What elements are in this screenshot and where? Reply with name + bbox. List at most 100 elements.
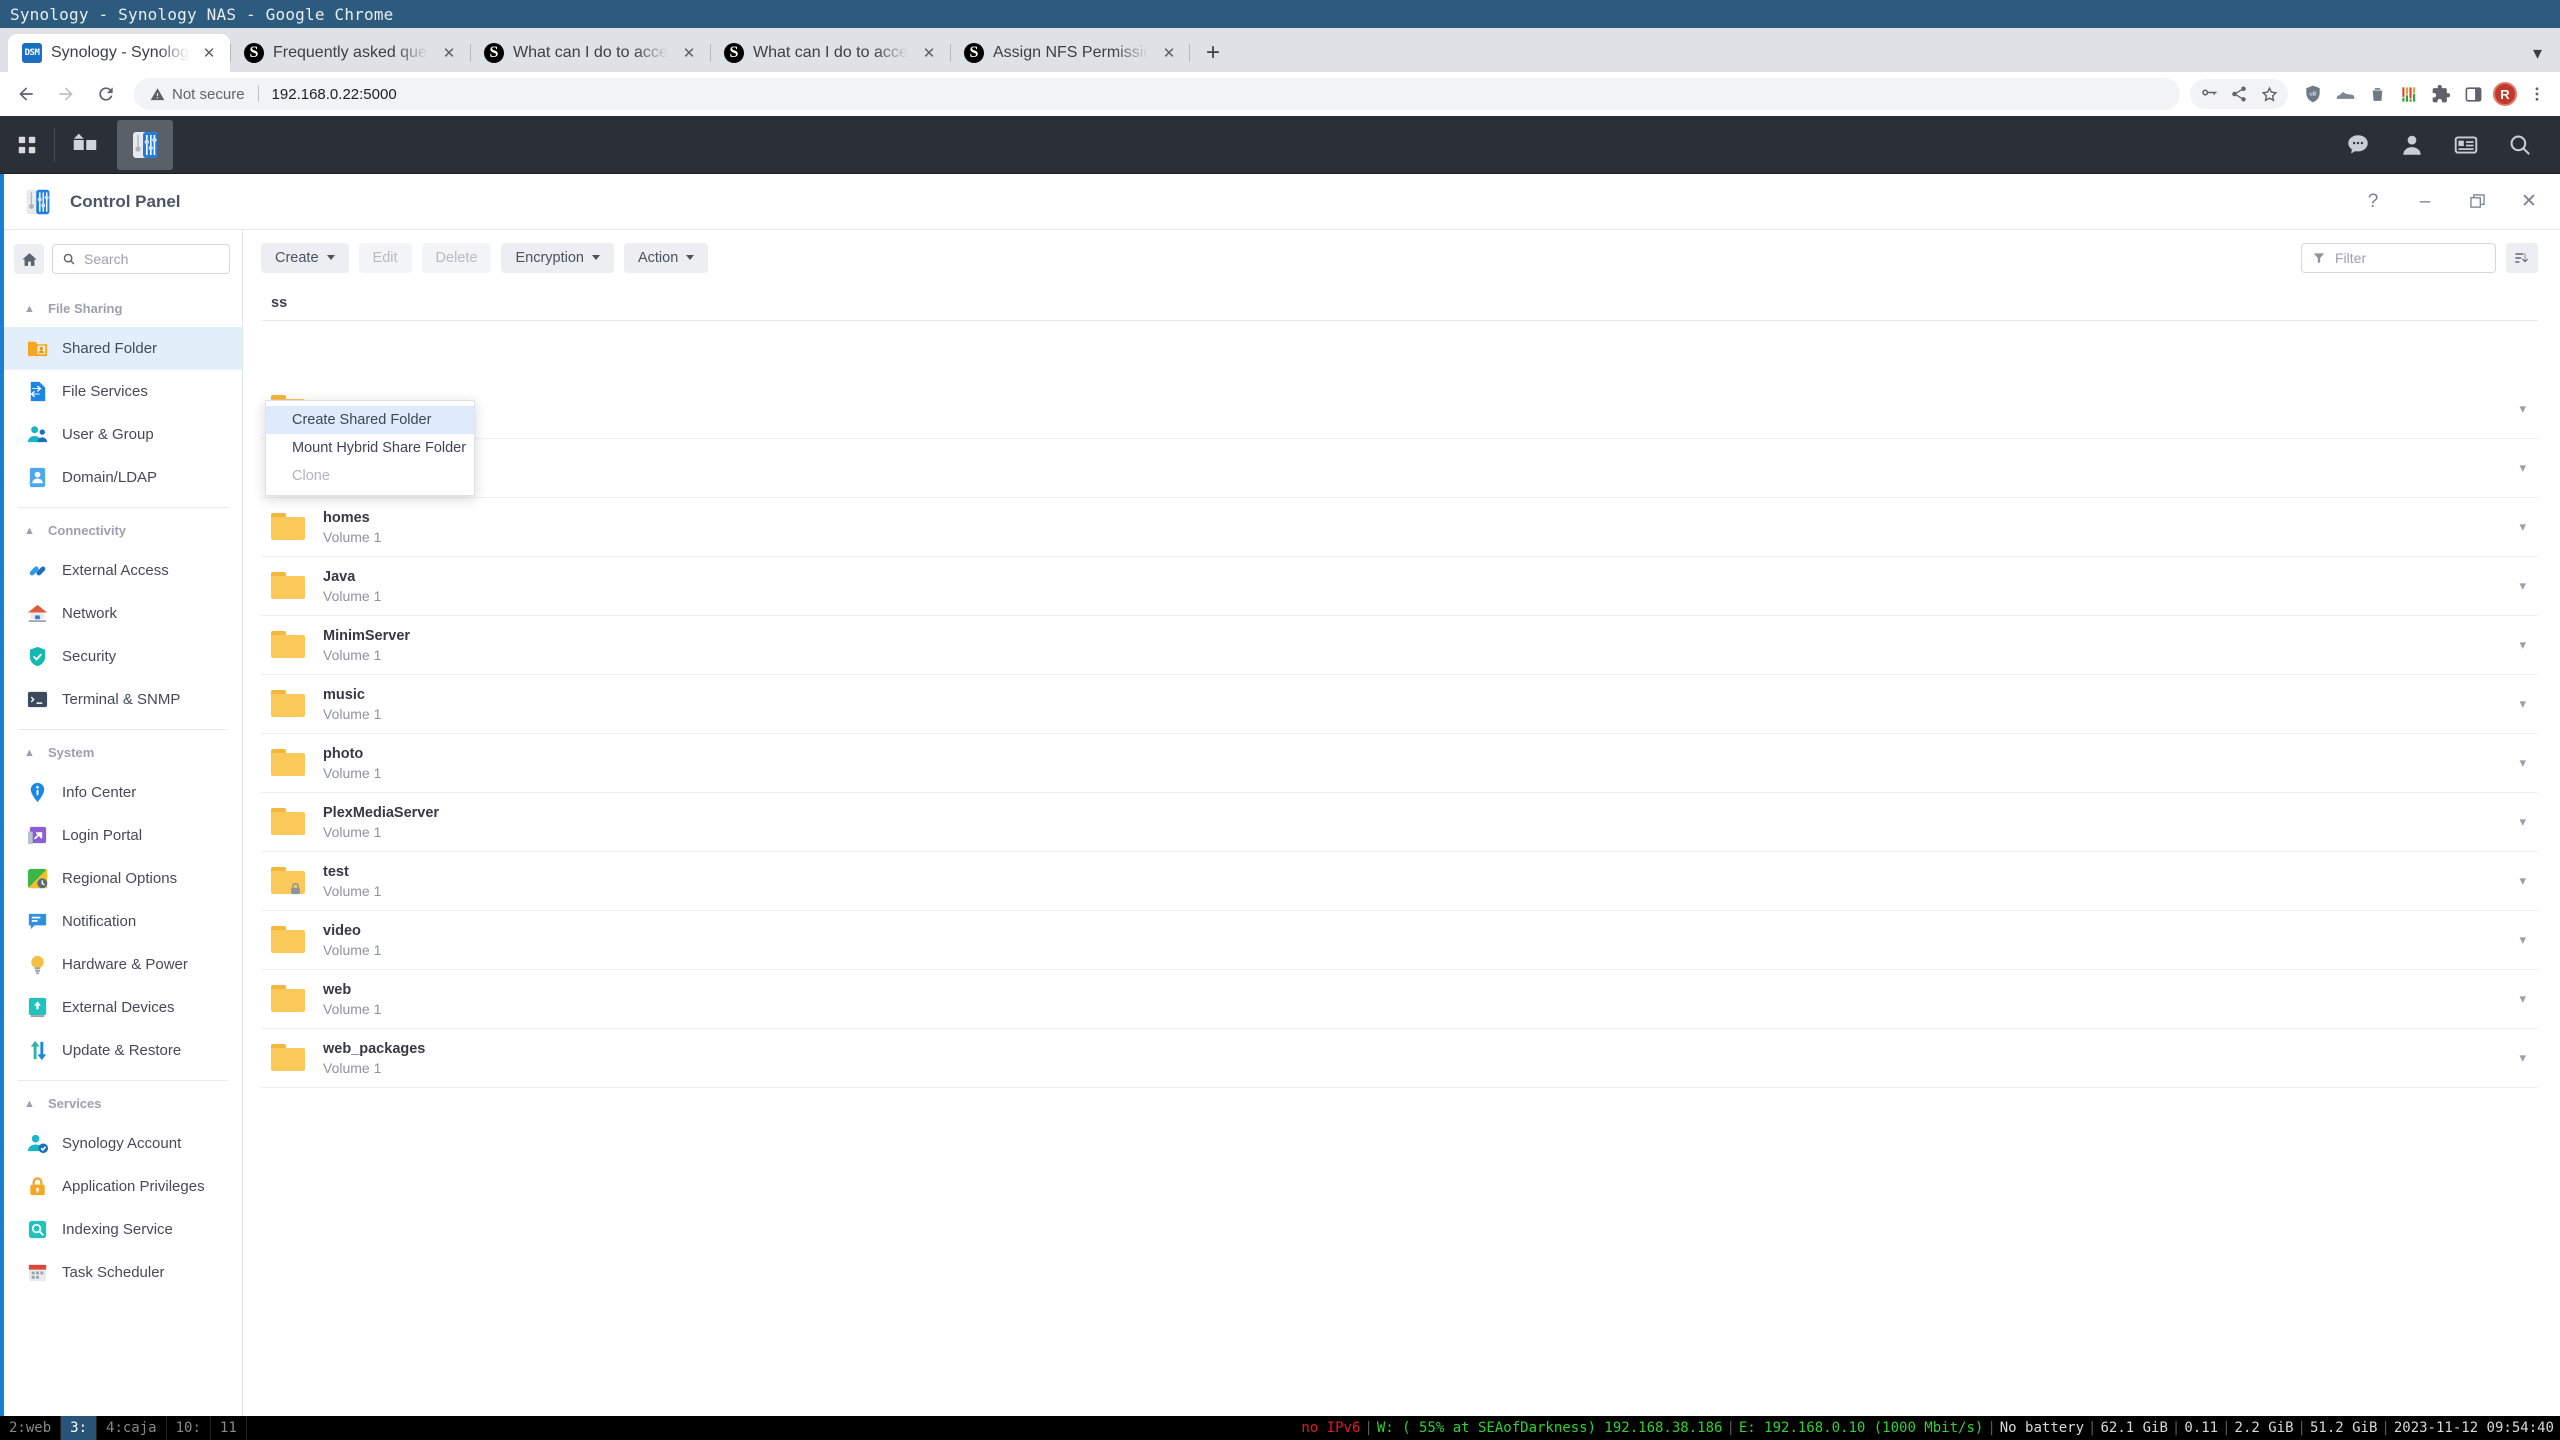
sidebar-group-header[interactable]: ▲ System [4, 734, 242, 771]
chevron-down-icon[interactable]: ▾ [2519, 932, 2526, 948]
action-button[interactable]: Action [623, 242, 709, 273]
sidebar-item-regional-options[interactable]: Regional Options [4, 857, 242, 900]
workspace-button-3[interactable]: 3: [61, 1416, 98, 1440]
chevron-down-icon[interactable]: ▾ [2519, 578, 2526, 594]
encryption-button[interactable]: Encryption [501, 242, 614, 273]
workspace-button-11[interactable]: 11 [211, 1416, 247, 1440]
shoe-extension-icon[interactable] [2330, 79, 2360, 109]
chevron-down-icon[interactable]: ▾ [2519, 755, 2526, 771]
menu-item-clone[interactable]: Clone [266, 462, 474, 490]
browser-tab-1[interactable]: S Frequently asked questions a ✕ [230, 34, 470, 72]
sidebar-item-hardware-power[interactable]: Hardware & Power [4, 943, 242, 986]
chevron-down-icon[interactable]: ▾ [2519, 814, 2526, 830]
share-icon[interactable] [2224, 79, 2254, 109]
table-row[interactable]: Java Volume 1 ▾ [261, 557, 2538, 616]
table-row[interactable]: MinimServer Volume 1 ▾ [261, 616, 2538, 675]
chevron-down-icon[interactable]: ▾ [2519, 401, 2526, 417]
sidebar-item-terminal-snmp[interactable]: Terminal & SNMP [4, 678, 242, 721]
home-icon[interactable] [14, 244, 44, 274]
sidebar-item-external-access[interactable]: External Access [4, 549, 242, 592]
sidebar-item-info-center[interactable]: Info Center [4, 771, 242, 814]
table-row[interactable]: web Volume 1 ▾ [261, 970, 2538, 1029]
close-icon[interactable]: ✕ [678, 42, 700, 64]
sidebar-group-header[interactable]: ▲ File Sharing [4, 290, 242, 327]
table-row[interactable]: web_packages Volume 1 ▾ [261, 1029, 2538, 1088]
search-input[interactable]: Search [52, 244, 230, 274]
workspace-button-10[interactable]: 10: [167, 1416, 211, 1440]
not-secure-indicator[interactable]: Not secure [150, 86, 245, 103]
sort-icon[interactable] [2506, 242, 2538, 273]
sidebar-item-external-devices[interactable]: External Devices [4, 986, 242, 1029]
sidebar-item-network[interactable]: Network [4, 592, 242, 635]
table-row[interactable]: PlexMediaServer Volume 1 ▾ [261, 793, 2538, 852]
chevron-down-icon[interactable]: ▾ [2519, 637, 2526, 653]
sidebar-item-security[interactable]: Security [4, 635, 242, 678]
chrome-menu-button[interactable] [2522, 79, 2552, 109]
new-tab-button[interactable]: + [1189, 36, 1230, 70]
sidebar-item-task-scheduler[interactable]: Task Scheduler [4, 1251, 242, 1294]
table-row[interactable]: test Volume 1 ▾ [261, 852, 2538, 911]
chevron-down-icon[interactable]: ▾ [2523, 43, 2552, 64]
chevron-down-icon[interactable]: ▾ [2519, 696, 2526, 712]
equalizer-extension-icon[interactable] [2394, 79, 2424, 109]
taskbar-app-package-center[interactable] [57, 120, 113, 170]
search-icon[interactable] [2496, 116, 2544, 174]
forward-button[interactable] [48, 76, 84, 112]
chevron-down-icon[interactable]: ▾ [2519, 1050, 2526, 1066]
table-row[interactable]: music Volume 1 ▾ [261, 675, 2538, 734]
browser-tab-4[interactable]: S Assign NFS Permissions | DS ✕ [950, 34, 1190, 72]
close-icon[interactable]: ✕ [918, 42, 940, 64]
delete-button[interactable]: Delete [421, 242, 492, 273]
sidebar-item-login-portal[interactable]: Login Portal [4, 814, 242, 857]
taskbar-app-control-panel[interactable] [117, 120, 173, 170]
side-panel-icon[interactable] [2458, 79, 2488, 109]
sidebar-item-application-privileges[interactable]: Application Privileges [4, 1165, 242, 1208]
create-button[interactable]: Create [261, 242, 349, 273]
close-icon[interactable]: ✕ [198, 42, 220, 64]
workspace-button-2[interactable]: 2:web [0, 1416, 62, 1440]
sidebar-item-notification[interactable]: Notification [4, 900, 242, 943]
close-icon[interactable]: ✕ [1158, 42, 1180, 64]
sidebar-item-synology-account[interactable]: Synology Account [4, 1122, 242, 1165]
sidebar-item-shared-folder[interactable]: Shared Folder [4, 327, 242, 370]
chat-icon[interactable] [2334, 116, 2382, 174]
sidebar-item-indexing-service[interactable]: Indexing Service [4, 1208, 242, 1251]
chevron-down-icon[interactable]: ▾ [2519, 991, 2526, 1007]
table-row[interactable]: homes Volume 1 ▾ [261, 498, 2538, 557]
extensions-puzzle-icon[interactable] [2426, 79, 2456, 109]
table-row[interactable]: video Volume 1 ▾ [261, 911, 2538, 970]
table-row[interactable]: Volume 1 ▾ [261, 380, 2538, 439]
notifications-icon[interactable] [2442, 116, 2490, 174]
maximize-button[interactable] [2464, 189, 2490, 215]
sidebar-item-update-restore[interactable]: Update & Restore [4, 1029, 242, 1072]
browser-tab-0[interactable]: DSM Synology - Synology NAS ✕ [8, 34, 230, 72]
menu-item-create-shared-folder[interactable]: Create Shared Folder [266, 406, 474, 434]
close-button[interactable]: ✕ [2516, 189, 2542, 215]
table-row[interactable]: photo Volume 1 ▾ [261, 734, 2538, 793]
chevron-down-icon[interactable]: ▾ [2519, 460, 2526, 476]
close-icon[interactable]: ✕ [438, 42, 460, 64]
chevron-down-icon[interactable]: ▾ [2519, 873, 2526, 889]
browser-tab-3[interactable]: S What can I do to access mou ✕ [710, 34, 950, 72]
profile-avatar[interactable]: R [2490, 79, 2520, 109]
ublock-extension-icon[interactable]: uB [2298, 79, 2328, 109]
menu-item-mount-hybrid-share-folder[interactable]: Mount Hybrid Share Folder [266, 434, 474, 462]
address-bar[interactable]: Not secure 192.168.0.22:5000 [134, 78, 2180, 110]
user-icon[interactable] [2388, 116, 2436, 174]
edit-button[interactable]: Edit [358, 242, 412, 273]
minimize-button[interactable]: ‒ [2412, 189, 2438, 215]
password-key-icon[interactable] [2194, 79, 2224, 109]
sidebar-item-user-group[interactable]: User & Group [4, 413, 242, 456]
browser-tab-2[interactable]: S What can I do to access mou ✕ [470, 34, 710, 72]
filter-input[interactable]: Filter [2301, 242, 2496, 273]
sidebar-item-domain-ldap[interactable]: Domain/LDAP [4, 456, 242, 499]
workspace-button-4[interactable]: 4:caja [97, 1416, 167, 1440]
main-menu-button[interactable] [0, 116, 54, 174]
help-button[interactable]: ? [2360, 189, 2386, 215]
chevron-down-icon[interactable]: ▾ [2519, 519, 2526, 535]
table-row[interactable]: dockerVolume 1 ▾ [261, 439, 2538, 498]
sidebar-item-file-services[interactable]: File Services [4, 370, 242, 413]
trash-extension-icon[interactable] [2362, 79, 2392, 109]
back-button[interactable] [8, 76, 44, 112]
sidebar-group-header[interactable]: ▲ Services [4, 1085, 242, 1122]
